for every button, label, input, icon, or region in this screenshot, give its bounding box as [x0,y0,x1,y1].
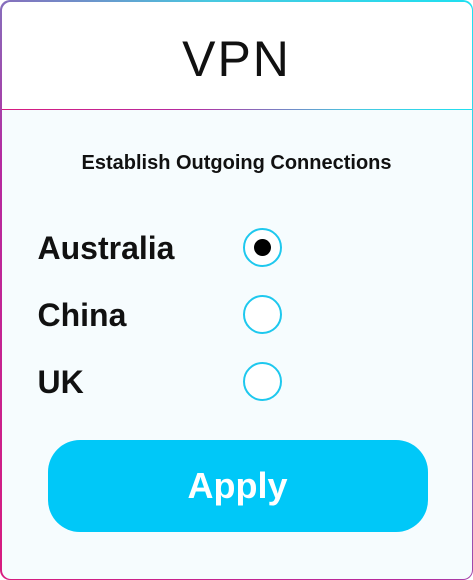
vpn-panel: VPN Establish Outgoing Connections Austr… [1,1,472,579]
page-title: VPN [182,31,291,87]
option-uk[interactable]: UK [38,361,298,405]
header: VPN [1,1,472,109]
radio-uk[interactable] [242,361,282,401]
vpn-window: VPN Establish Outgoing Connections Austr… [0,0,473,580]
section-heading: Establish Outgoing Connections [81,151,392,174]
apply-button[interactable]: Apply [47,439,428,532]
option-china[interactable]: China [38,294,298,338]
radio-australia[interactable] [242,227,282,267]
header-divider [1,108,472,110]
option-australia[interactable]: Australia [38,227,298,271]
radio-china[interactable] [242,294,282,334]
radio-selected-dot [253,238,271,256]
